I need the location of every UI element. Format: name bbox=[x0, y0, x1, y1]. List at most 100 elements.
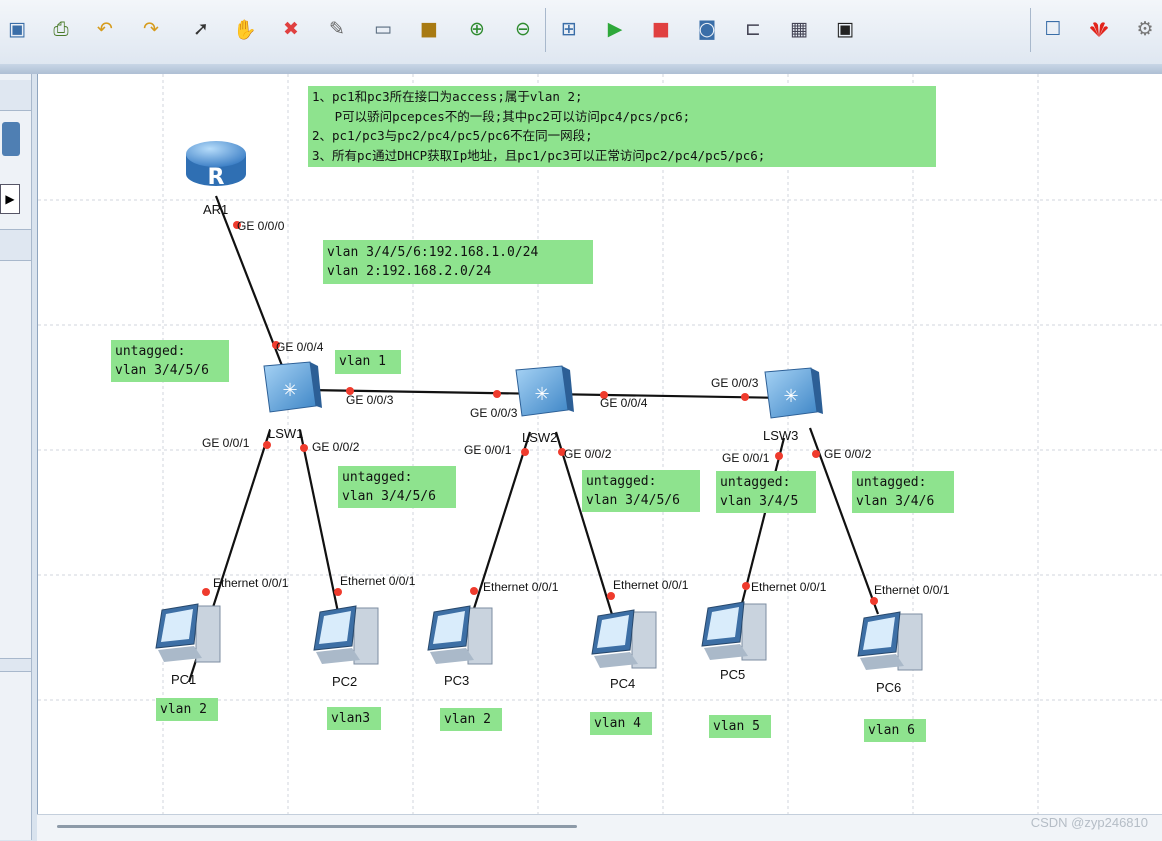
toolbar-separator bbox=[1030, 8, 1031, 52]
pc4-vlan-note[interactable]: vlan 4 bbox=[590, 712, 652, 735]
select-pointer-icon[interactable]: ➚ bbox=[186, 14, 216, 44]
grid-icon[interactable]: ▦ bbox=[784, 14, 814, 44]
print-icon[interactable]: ⎙ bbox=[46, 14, 76, 44]
link-lsw3-pc5[interactable] bbox=[734, 437, 786, 628]
port-dot[interactable] bbox=[521, 448, 529, 456]
rectangle-icon[interactable]: ■ bbox=[414, 14, 444, 44]
topology-icon[interactable]: ⊏ bbox=[738, 14, 768, 44]
eraser-icon[interactable]: ✎ bbox=[322, 14, 352, 44]
note-line: vlan 6 bbox=[868, 723, 915, 738]
pc-icon[interactable] bbox=[427, 605, 493, 665]
device-label-pc1: PC1 bbox=[171, 672, 196, 687]
redo-icon[interactable]: ↷ bbox=[136, 14, 166, 44]
note-line: untagged: bbox=[856, 475, 927, 490]
pc6-vlan-note[interactable]: vlan 6 bbox=[864, 719, 926, 742]
expand-arrow-icon[interactable]: ▶ bbox=[0, 184, 20, 214]
svg-text:✳: ✳ bbox=[282, 380, 297, 401]
switch-icon[interactable]: ✳ bbox=[515, 365, 574, 417]
port-dot[interactable] bbox=[334, 588, 342, 596]
port-dot[interactable] bbox=[742, 582, 750, 590]
start-device-icon[interactable]: ▶ bbox=[600, 14, 630, 44]
pc-icon[interactable] bbox=[155, 603, 221, 663]
note-line: vlan 3/4/6 bbox=[856, 494, 935, 509]
pc2-vlan-note[interactable]: vlan3 bbox=[327, 707, 381, 730]
link-lsw1-pc2[interactable] bbox=[298, 429, 341, 618]
device-label-pc3: PC3 bbox=[444, 673, 469, 688]
port-dot[interactable] bbox=[741, 393, 749, 401]
undo-icon[interactable]: ↶ bbox=[90, 14, 120, 44]
zoom-out-icon[interactable]: ⊖ bbox=[508, 14, 538, 44]
hand-pan-icon[interactable]: ✋ bbox=[230, 14, 260, 44]
svg-text:✳: ✳ bbox=[534, 384, 549, 405]
port-dot[interactable] bbox=[870, 597, 878, 605]
horizontal-scrollbar[interactable] bbox=[37, 814, 1162, 841]
switch-icon[interactable]: ✳ bbox=[263, 361, 322, 413]
port-label: GE 0/0/2 bbox=[312, 440, 360, 454]
device-label-lsw1: LSW1 bbox=[268, 426, 303, 441]
server-device-icon[interactable] bbox=[2, 122, 20, 156]
port-dot[interactable] bbox=[300, 444, 308, 452]
requirements-note[interactable]: 1、pc1和pc3所在接口为access;属于vlan 2; P可以骄问pcep… bbox=[308, 86, 936, 167]
device-label-pc4: PC4 bbox=[610, 676, 635, 691]
note-line: untagged: bbox=[342, 470, 413, 485]
pc3-vlan-note[interactable]: vlan 2 bbox=[440, 708, 502, 731]
scrollbar-thumb[interactable] bbox=[57, 825, 577, 828]
port-dot[interactable] bbox=[202, 588, 210, 596]
port-label: Ethernet 0/0/1 bbox=[340, 574, 416, 588]
note-line: P可以骄问pcepces不的一段;其中pc2可以访问pc4/pcs/pc6; bbox=[312, 108, 691, 124]
pc1-vlan-note[interactable]: vlan 2 bbox=[156, 698, 218, 721]
lsw3-access-note-left[interactable]: untagged: vlan 3/4/5 bbox=[716, 471, 816, 513]
pc-icon[interactable] bbox=[591, 609, 657, 669]
settings-icon[interactable]: ⚙ bbox=[1130, 14, 1160, 44]
note-line: 3、所有pc通过DHCP获取Ip地址，且pc1/pc3可以正常访问pc2/pc4… bbox=[312, 147, 766, 163]
toolbar-separator bbox=[545, 8, 546, 52]
pc-icon[interactable] bbox=[313, 605, 379, 665]
pc5-vlan-note[interactable]: vlan 5 bbox=[709, 715, 771, 738]
lsw3-access-note-right[interactable]: untagged: vlan 3/4/6 bbox=[852, 471, 954, 513]
pc-icon[interactable] bbox=[857, 611, 923, 671]
subnet-note[interactable]: vlan 3/4/5/6:192.168.1.0/24 vlan 2:192.16… bbox=[323, 240, 593, 284]
port-label: GE 0/0/1 bbox=[722, 451, 770, 465]
lsw1-vlan-note[interactable]: vlan 1 bbox=[335, 350, 401, 374]
port-dot[interactable] bbox=[775, 452, 783, 460]
stop-device-icon[interactable]: ■ bbox=[646, 14, 676, 44]
note-line: untagged: bbox=[720, 475, 791, 490]
note-line: vlan 2 bbox=[160, 702, 207, 717]
chat-icon[interactable]: ☐ bbox=[1038, 14, 1068, 44]
port-label: GE 0/0/4 bbox=[600, 396, 648, 410]
switch-icon[interactable]: ✳ bbox=[764, 367, 823, 419]
sidebar-section-bar[interactable] bbox=[0, 229, 31, 261]
delete-icon[interactable]: ✖ bbox=[276, 14, 306, 44]
zoom-in-icon[interactable]: ⊕ bbox=[462, 14, 492, 44]
pc-icon[interactable] bbox=[701, 601, 767, 661]
topology-canvas[interactable]: R AR1 ✳ LSW1 ✳ LSW2 ✳ LSW3 PC1 PC2 PC3 P… bbox=[37, 74, 1162, 814]
capture-icon[interactable]: ◙ bbox=[692, 14, 722, 44]
toolbar: ▣ ⎙ ↶ ↷ ➚ ✋ ✖ ✎ ▭ ■ ⊕ ⊖ ⊞ ▶ ■ ◙ ⊏ ▦ ▣ ☐ … bbox=[0, 0, 1162, 65]
note-line: 2、pc1/pc3与pc2/pc4/pc5/pc6不在同一网段; bbox=[312, 128, 593, 143]
sidebar-splitter[interactable] bbox=[0, 658, 31, 672]
note-line: vlan 3/4/5/6:192.168.1.0/24 bbox=[327, 245, 539, 260]
port-dot[interactable] bbox=[470, 587, 478, 595]
lsw1-access-note[interactable]: untagged: vlan 3/4/5/6 bbox=[338, 466, 456, 508]
note-line: vlan 3/4/5 bbox=[720, 494, 799, 509]
port-dot[interactable] bbox=[812, 450, 820, 458]
console-icon[interactable]: ▣ bbox=[830, 14, 860, 44]
fit-topology-icon[interactable]: ⊞ bbox=[554, 14, 584, 44]
port-dot[interactable] bbox=[493, 390, 501, 398]
sidebar-header[interactable] bbox=[0, 80, 31, 111]
huawei-logo-icon[interactable] bbox=[1084, 14, 1114, 44]
note-line: untagged: bbox=[115, 344, 186, 359]
save-icon[interactable]: ▣ bbox=[2, 14, 32, 44]
port-dot[interactable] bbox=[263, 441, 271, 449]
lsw2-access-note[interactable]: untagged: vlan 3/4/5/6 bbox=[582, 470, 700, 512]
lsw1-trunk-note[interactable]: untagged: vlan 3/4/5/6 bbox=[111, 340, 229, 382]
note-line: vlan 3/4/5/6 bbox=[586, 493, 680, 508]
note-line: vlan 2 bbox=[444, 712, 491, 727]
note-line: vlan 3/4/5/6 bbox=[115, 363, 209, 378]
note-line: vlan 2:192.168.2.0/24 bbox=[327, 264, 492, 279]
note-line: vlan 5 bbox=[713, 719, 760, 734]
port-label: GE 0/0/1 bbox=[464, 443, 512, 457]
text-note-icon[interactable]: ▭ bbox=[368, 14, 398, 44]
router-icon[interactable]: R bbox=[186, 141, 246, 190]
port-dot[interactable] bbox=[607, 592, 615, 600]
